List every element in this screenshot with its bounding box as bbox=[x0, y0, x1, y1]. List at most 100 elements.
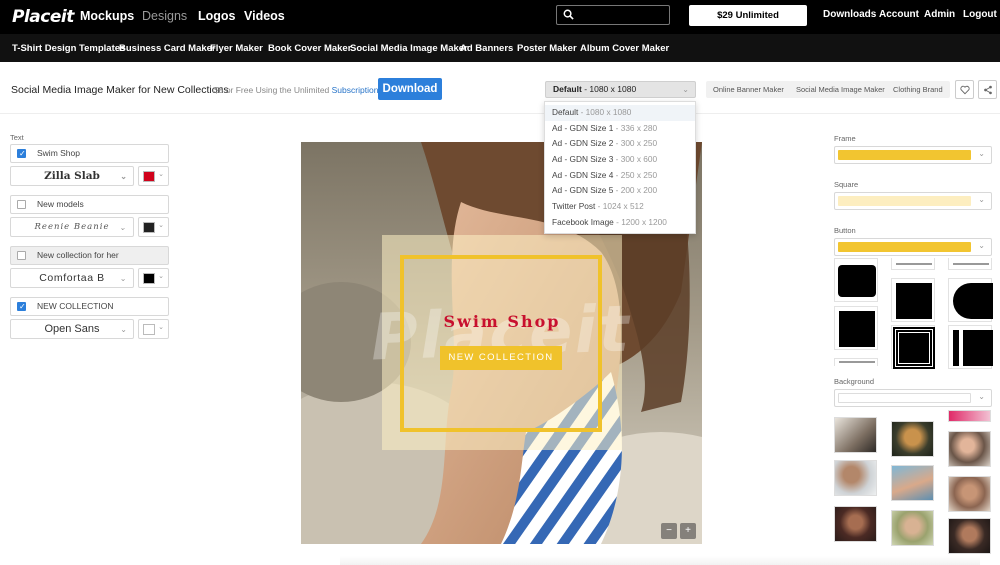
nav-logos[interactable]: Logos bbox=[198, 9, 236, 23]
subscription-link[interactable]: Subscription bbox=[332, 85, 379, 95]
nav-mockups[interactable]: Mockups bbox=[80, 9, 134, 23]
price-note: $8 or Free Using the Unlimited Subscript… bbox=[214, 85, 378, 95]
size-select-value: - 1080 x 1080 bbox=[584, 84, 637, 94]
text-field-3[interactable]: New collection for her bbox=[10, 246, 169, 265]
background-thumbnail[interactable] bbox=[948, 410, 991, 422]
background-thumbnail[interactable] bbox=[891, 465, 934, 501]
cat-flyer[interactable]: Flyer Maker bbox=[210, 43, 263, 54]
font-select-3[interactable]: Comfortaa B ⌄ bbox=[10, 268, 134, 288]
canvas-zoom-in-button[interactable]: + bbox=[680, 523, 696, 539]
link-logout[interactable]: Logout bbox=[963, 9, 997, 20]
button-shape-option-9[interactable] bbox=[834, 358, 878, 366]
text-field-4[interactable]: NEW COLLECTION bbox=[10, 297, 169, 316]
frame-color-select[interactable]: ⌄ bbox=[834, 146, 992, 164]
share-icon bbox=[983, 85, 992, 95]
background-color-swatch bbox=[838, 393, 971, 403]
cat-tshirt[interactable]: T-Shirt Design Templates bbox=[12, 43, 125, 54]
cat-book-cover[interactable]: Book Cover Maker bbox=[268, 43, 351, 54]
link-account[interactable]: Account bbox=[879, 9, 919, 20]
button-color-select[interactable]: ⌄ bbox=[834, 238, 992, 256]
button-shape-option-7[interactable] bbox=[891, 325, 935, 369]
button-shape-option-4[interactable] bbox=[891, 278, 935, 322]
text-2-value: New models bbox=[37, 199, 84, 209]
background-thumbnail[interactable] bbox=[948, 431, 991, 467]
footer-edge bbox=[340, 556, 980, 565]
tag-clothing-brand[interactable]: Clothing Brand bbox=[886, 81, 950, 98]
color-select-2[interactable]: ⌄ bbox=[138, 217, 169, 237]
cat-social-media[interactable]: Social Media Image Maker bbox=[350, 43, 468, 54]
color-swatch-2 bbox=[143, 222, 155, 233]
color-swatch-3 bbox=[143, 273, 155, 284]
nav-designs[interactable]: Designs bbox=[142, 9, 187, 23]
nav-videos[interactable]: Videos bbox=[244, 9, 285, 23]
search-input[interactable] bbox=[556, 5, 670, 25]
text-field-2[interactable]: New models bbox=[10, 195, 169, 214]
tag-online-banner[interactable]: Online Banner Maker bbox=[706, 81, 791, 98]
color-select-3[interactable]: ⌄ bbox=[138, 268, 169, 288]
category-bar: T-Shirt Design Templates Business Card M… bbox=[0, 34, 1000, 62]
link-admin[interactable]: Admin bbox=[924, 9, 955, 20]
size-option-gdn-5[interactable]: Ad - GDN Size 5 - 200 x 200 bbox=[545, 183, 695, 199]
button-shape-option-1[interactable] bbox=[834, 258, 878, 302]
price-text: $8 or Free Using the Unlimited bbox=[214, 85, 332, 95]
size-select[interactable]: Default - 1080 x 1080 ⌄ bbox=[545, 81, 696, 98]
square-color-select[interactable]: ⌄ bbox=[834, 192, 992, 210]
canvas-button[interactable]: NEW COLLECTION bbox=[440, 346, 562, 370]
canvas-zoom-out-button[interactable]: − bbox=[661, 523, 677, 539]
background-thumbnail[interactable] bbox=[834, 506, 877, 542]
size-option-gdn-3[interactable]: Ad - GDN Size 3 - 300 x 600 bbox=[545, 152, 695, 168]
link-downloads[interactable]: Downloads bbox=[823, 9, 876, 20]
page-title: Social Media Image Maker for New Collect… bbox=[11, 84, 229, 96]
background-thumbnail[interactable] bbox=[948, 476, 991, 512]
background-thumbnail[interactable] bbox=[891, 421, 934, 457]
tag-social-media[interactable]: Social Media Image Maker bbox=[789, 81, 892, 98]
size-option-gdn-4[interactable]: Ad - GDN Size 4 - 250 x 250 bbox=[545, 168, 695, 184]
overlay-frame[interactable] bbox=[400, 255, 602, 432]
canvas-headline[interactable]: Swim Shop bbox=[402, 312, 602, 331]
size-dropdown-menu: Default - 1080 x 1080 Ad - GDN Size 1 - … bbox=[544, 101, 696, 234]
font-select-1[interactable]: Zilla Slab ⌄ bbox=[10, 166, 134, 186]
share-button[interactable] bbox=[978, 80, 997, 99]
cat-album-cover[interactable]: Album Cover Maker bbox=[580, 43, 669, 54]
favorite-button[interactable] bbox=[955, 80, 974, 99]
button-shape-option-5[interactable] bbox=[948, 278, 993, 322]
font-select-2[interactable]: Reenie Beanie ⌄ bbox=[10, 217, 134, 237]
color-swatch-4 bbox=[143, 324, 155, 335]
chevron-down-icon: ⌄ bbox=[120, 325, 127, 334]
size-option-facebook[interactable]: Facebook Image - 1200 x 1200 bbox=[545, 215, 695, 231]
chevron-down-icon: ⌄ bbox=[682, 85, 689, 94]
size-option-twitter[interactable]: Twitter Post - 1024 x 512 bbox=[545, 199, 695, 215]
button-shape-option-8[interactable] bbox=[948, 325, 993, 369]
background-thumbnail[interactable] bbox=[834, 460, 877, 496]
background-thumbnail[interactable] bbox=[834, 417, 877, 453]
color-select-4[interactable]: ⌄ bbox=[138, 319, 169, 339]
size-option-default[interactable]: Default - 1080 x 1080 bbox=[545, 105, 695, 121]
text-3-checkbox[interactable] bbox=[17, 251, 26, 260]
size-option-gdn-1[interactable]: Ad - GDN Size 1 - 336 x 280 bbox=[545, 121, 695, 137]
text-4-checkbox[interactable] bbox=[17, 298, 26, 315]
font-select-4[interactable]: Open Sans ⌄ bbox=[10, 319, 134, 339]
cat-ad-banners[interactable]: Ad Banners bbox=[460, 43, 513, 54]
unlimited-subscription-button[interactable]: $29 Unlimited Subscription bbox=[689, 5, 807, 42]
text-3-value: New collection for her bbox=[37, 250, 119, 260]
button-shape-option-2[interactable] bbox=[891, 258, 935, 270]
button-shape-option-6[interactable] bbox=[834, 306, 878, 350]
background-thumbnail[interactable] bbox=[891, 510, 934, 546]
button-shape-option-3[interactable] bbox=[948, 258, 992, 270]
size-option-gdn-2[interactable]: Ad - GDN Size 2 - 300 x 250 bbox=[545, 136, 695, 152]
text-1-checkbox[interactable] bbox=[17, 145, 26, 162]
chevron-down-icon: ⌄ bbox=[978, 195, 985, 204]
background-thumbnail[interactable] bbox=[948, 518, 991, 554]
cat-poster[interactable]: Poster Maker bbox=[517, 43, 577, 54]
text-2-checkbox[interactable] bbox=[17, 200, 26, 209]
chevron-down-icon: ⌄ bbox=[978, 241, 985, 250]
chevron-down-icon: ⌄ bbox=[978, 392, 985, 401]
text-4-value: NEW COLLECTION bbox=[37, 301, 114, 311]
color-select-1[interactable]: ⌄ bbox=[138, 166, 169, 186]
background-color-select[interactable]: ⌄ bbox=[834, 389, 992, 407]
cat-business-card[interactable]: Business Card Maker bbox=[119, 43, 216, 54]
heart-icon bbox=[959, 85, 970, 95]
text-field-1[interactable]: Swim Shop bbox=[10, 144, 169, 163]
placeit-logo[interactable]: Placeit bbox=[12, 7, 74, 27]
download-button[interactable]: Download bbox=[378, 78, 442, 100]
